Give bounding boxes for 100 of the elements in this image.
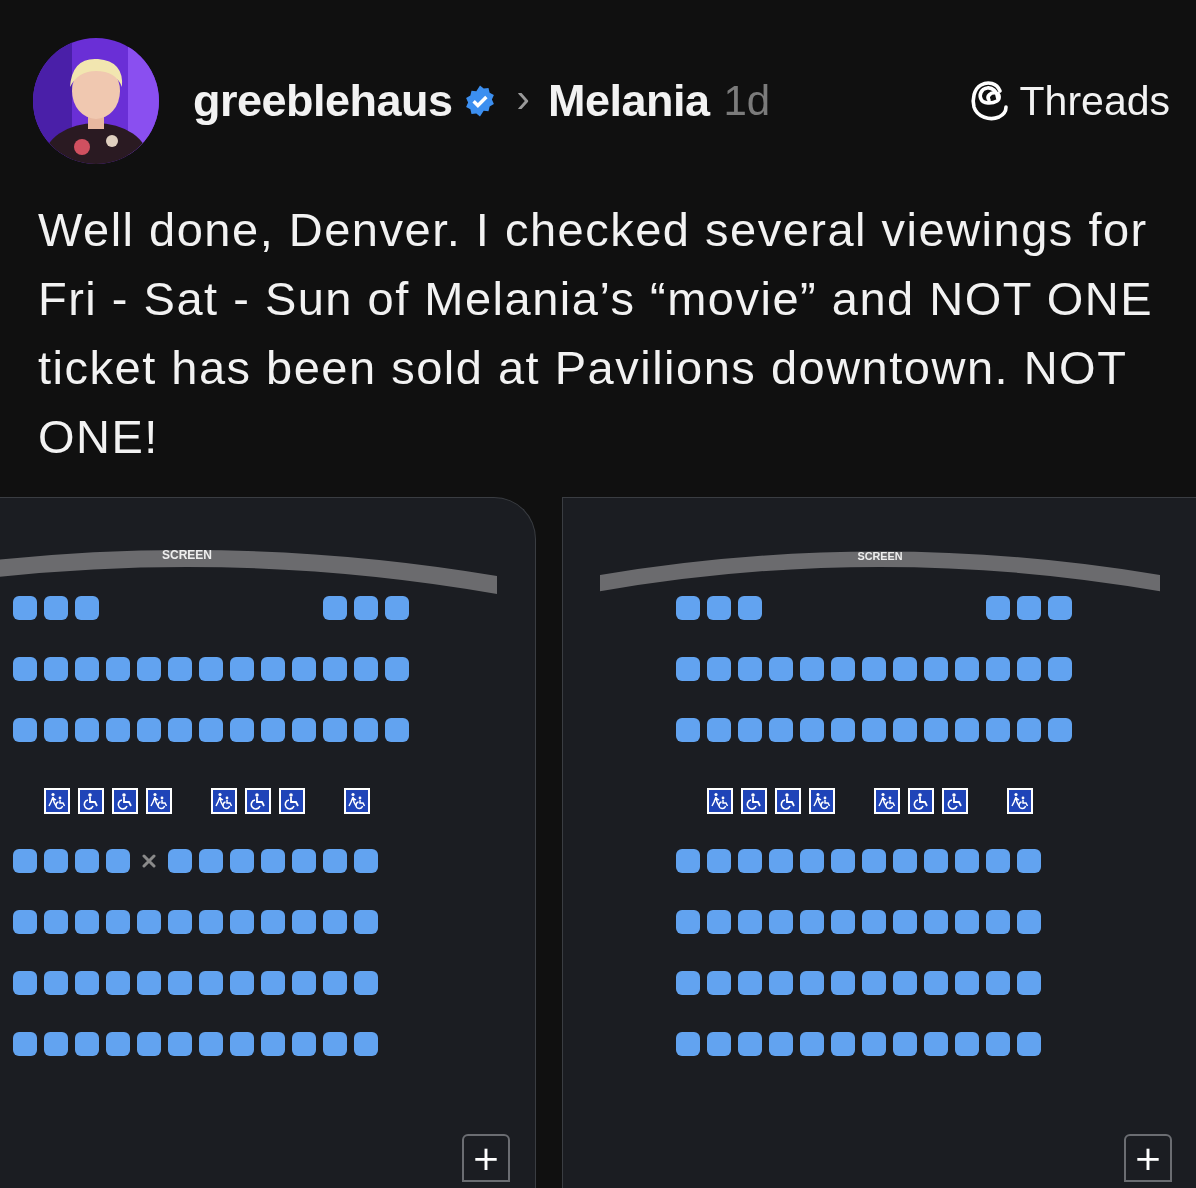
seat[interactable]: [168, 910, 192, 934]
seat[interactable]: [199, 910, 223, 934]
seat[interactable]: [13, 657, 37, 681]
seat[interactable]: [986, 596, 1010, 620]
seat[interactable]: [893, 657, 917, 681]
seat[interactable]: [769, 718, 793, 742]
seat[interactable]: [13, 849, 37, 873]
wheelchair-seat-icon[interactable]: [78, 788, 104, 814]
seat[interactable]: [769, 657, 793, 681]
seat[interactable]: [769, 910, 793, 934]
seat[interactable]: [800, 718, 824, 742]
seat[interactable]: [199, 718, 223, 742]
seat[interactable]: [738, 596, 762, 620]
seat[interactable]: [893, 1032, 917, 1056]
seat[interactable]: [924, 657, 948, 681]
seat[interactable]: [13, 971, 37, 995]
seat[interactable]: [862, 1032, 886, 1056]
seat[interactable]: [676, 971, 700, 995]
wheelchair-seat-icon[interactable]: [112, 788, 138, 814]
companion-seat-icon[interactable]: [211, 788, 237, 814]
seat[interactable]: [44, 596, 68, 620]
seat[interactable]: [893, 718, 917, 742]
seat[interactable]: [13, 596, 37, 620]
seat[interactable]: [893, 910, 917, 934]
seat[interactable]: [323, 657, 347, 681]
seat[interactable]: [831, 971, 855, 995]
seat[interactable]: [292, 718, 316, 742]
seat[interactable]: [292, 1032, 316, 1056]
seat[interactable]: [168, 718, 192, 742]
wheelchair-seat-icon[interactable]: [908, 788, 934, 814]
companion-seat-icon[interactable]: [1007, 788, 1033, 814]
seat[interactable]: [831, 849, 855, 873]
seat[interactable]: [106, 1032, 130, 1056]
seat[interactable]: [354, 1032, 378, 1056]
seat[interactable]: [1017, 910, 1041, 934]
seat[interactable]: [230, 1032, 254, 1056]
seat[interactable]: [106, 657, 130, 681]
topic-link[interactable]: Melania: [547, 75, 710, 127]
seat[interactable]: [106, 718, 130, 742]
seat[interactable]: [862, 910, 886, 934]
seat[interactable]: [676, 910, 700, 934]
seat[interactable]: [707, 596, 731, 620]
seat[interactable]: [986, 971, 1010, 995]
seat[interactable]: [1017, 971, 1041, 995]
seat[interactable]: [385, 657, 409, 681]
seat[interactable]: [44, 657, 68, 681]
seat[interactable]: [323, 910, 347, 934]
seat[interactable]: [1017, 657, 1041, 681]
seat[interactable]: [769, 849, 793, 873]
companion-seat-icon[interactable]: [874, 788, 900, 814]
seat[interactable]: [707, 971, 731, 995]
seat[interactable]: [75, 910, 99, 934]
seat[interactable]: [75, 849, 99, 873]
seat[interactable]: [800, 971, 824, 995]
seat[interactable]: [323, 718, 347, 742]
seat[interactable]: [75, 657, 99, 681]
seat[interactable]: [769, 971, 793, 995]
seat[interactable]: [354, 910, 378, 934]
seat[interactable]: [292, 657, 316, 681]
seat[interactable]: [955, 971, 979, 995]
seat[interactable]: [676, 718, 700, 742]
seat[interactable]: [75, 1032, 99, 1056]
seat[interactable]: [168, 657, 192, 681]
companion-seat-icon[interactable]: [146, 788, 172, 814]
seat[interactable]: [230, 718, 254, 742]
seat[interactable]: [230, 849, 254, 873]
seat[interactable]: [800, 849, 824, 873]
seat[interactable]: [75, 596, 99, 620]
seat[interactable]: [862, 971, 886, 995]
seat[interactable]: [676, 657, 700, 681]
seat[interactable]: [862, 849, 886, 873]
wheelchair-seat-icon[interactable]: [741, 788, 767, 814]
seat[interactable]: [707, 910, 731, 934]
seat[interactable]: [955, 910, 979, 934]
seat[interactable]: [323, 1032, 347, 1056]
seat[interactable]: [323, 971, 347, 995]
seat[interactable]: [168, 1032, 192, 1056]
seat[interactable]: [168, 849, 192, 873]
seat[interactable]: [831, 1032, 855, 1056]
seat[interactable]: [261, 971, 285, 995]
seat[interactable]: [986, 910, 1010, 934]
seat[interactable]: [769, 1032, 793, 1056]
seat[interactable]: [75, 971, 99, 995]
seat[interactable]: [1048, 657, 1072, 681]
wheelchair-seat-icon[interactable]: [775, 788, 801, 814]
seat[interactable]: [738, 657, 762, 681]
seat[interactable]: [230, 657, 254, 681]
seat[interactable]: [44, 849, 68, 873]
seat[interactable]: [323, 596, 347, 620]
seat[interactable]: [1048, 596, 1072, 620]
seat[interactable]: [986, 1032, 1010, 1056]
seat[interactable]: [199, 657, 223, 681]
seat[interactable]: [738, 849, 762, 873]
seat[interactable]: [738, 910, 762, 934]
seat[interactable]: [354, 849, 378, 873]
seat[interactable]: [924, 910, 948, 934]
seat[interactable]: [230, 971, 254, 995]
seat[interactable]: [199, 1032, 223, 1056]
seat[interactable]: [137, 910, 161, 934]
seat[interactable]: [292, 849, 316, 873]
